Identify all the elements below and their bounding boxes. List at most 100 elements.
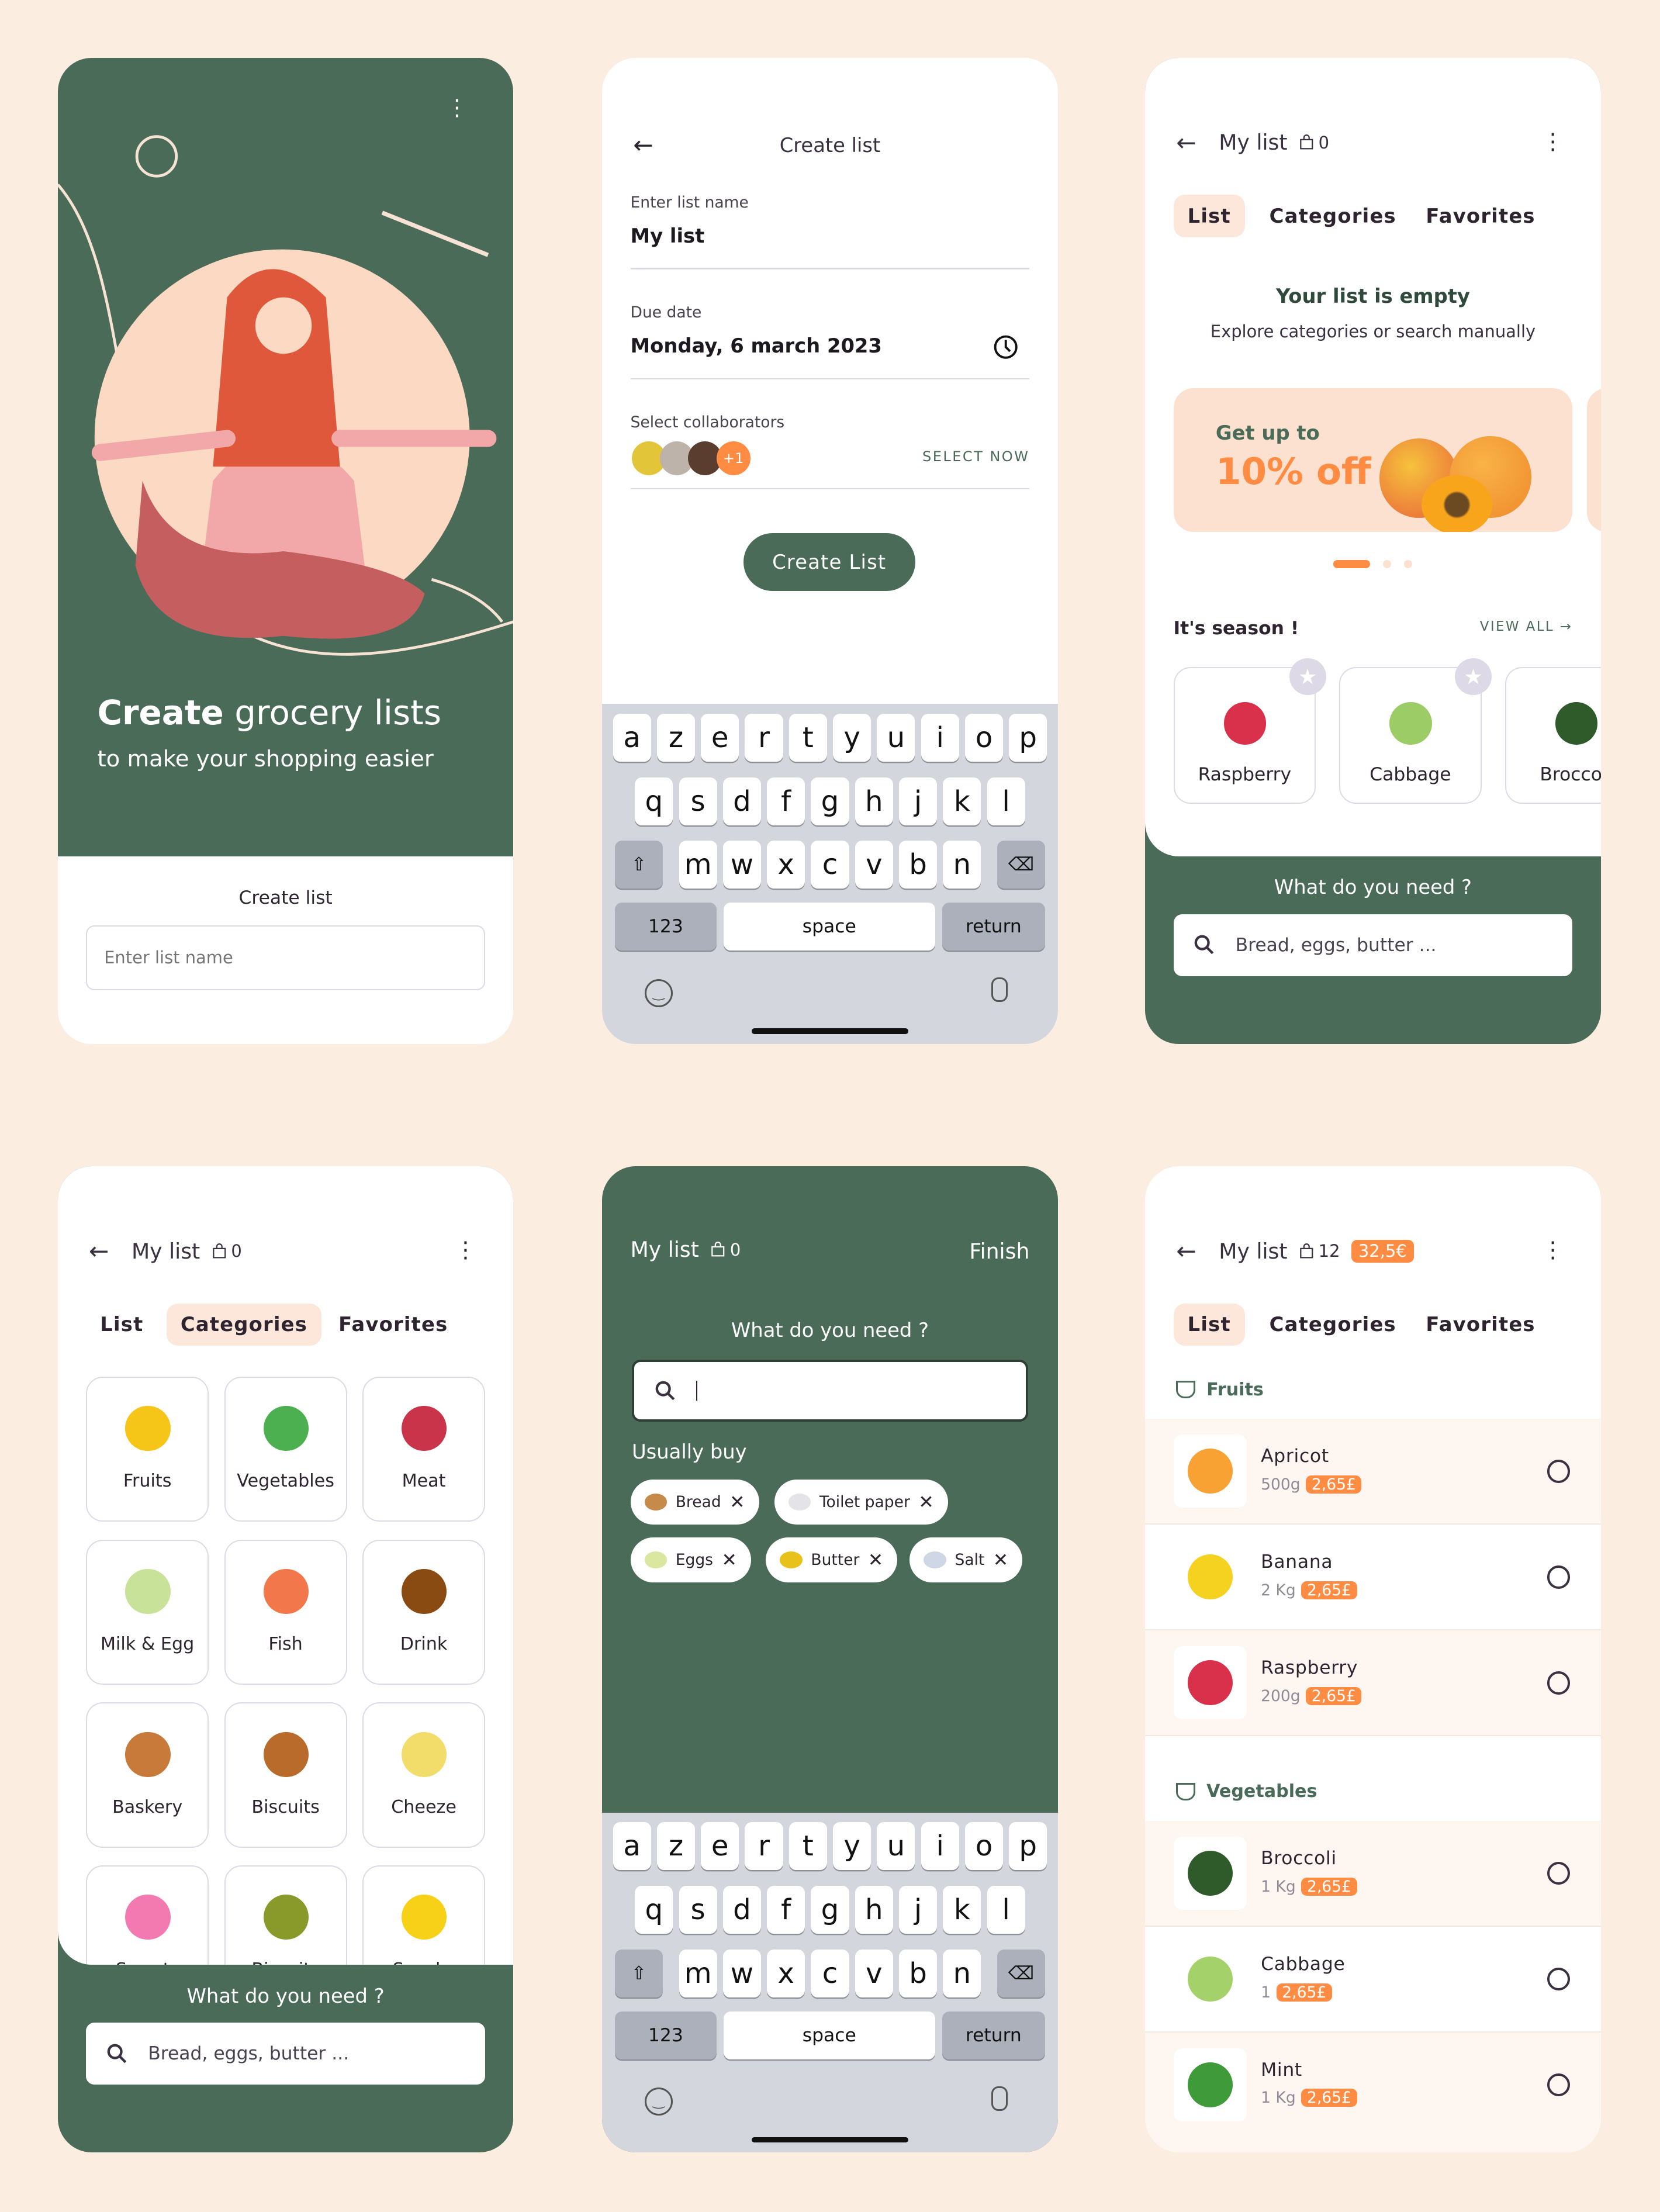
key-e[interactable]: e [701,713,739,762]
more-icon[interactable]: ⋮ [1541,129,1564,155]
key-t[interactable]: t [788,713,827,762]
key-x[interactable]: x [767,1949,805,1997]
backspace-key[interactable]: ⌫ [997,1949,1045,1997]
remove-icon[interactable]: ✕ [721,1550,736,1571]
favorite-star-icon[interactable]: ★ [1289,658,1326,696]
category-card[interactable]: Baskery [86,1702,209,1848]
season-card[interactable]: Raspberry ★ [1173,658,1326,804]
season-card[interactable]: Cabbage ★ [1339,658,1492,804]
key-l[interactable]: l [987,777,1025,825]
key-b[interactable]: b [898,1949,938,1997]
key-w[interactable]: w [722,1949,761,1997]
category-card[interactable]: Meat [362,1376,486,1522]
key-z[interactable]: z [656,1822,696,1871]
promo-banner-next[interactable] [1586,388,1601,532]
remove-icon[interactable]: ✕ [993,1550,1008,1571]
key-k[interactable]: k [943,1886,981,1934]
key-p[interactable]: p [1009,713,1047,762]
search-input[interactable]: Bread, eggs, butter ... [1173,914,1573,976]
remove-icon[interactable]: ✕ [918,1492,933,1513]
category-card[interactable]: Fruits [86,1376,209,1522]
collaborator-avatars[interactable]: +1 [631,441,787,476]
return-key[interactable]: return [942,903,1045,951]
category-card[interactable]: Drink [362,1539,486,1685]
key-d[interactable]: d [722,777,761,825]
tab-categories[interactable]: Categories [1255,1304,1410,1346]
usually-buy-chip[interactable]: Butter ✕ [766,1537,898,1583]
checkbox[interactable] [1547,1565,1571,1589]
checkbox[interactable] [1547,1862,1571,1885]
key-u[interactable]: u [877,713,915,762]
list-item[interactable]: Apricot 500g 2,65£ [1145,1419,1601,1525]
tab-favorites[interactable]: Favorites [1412,1304,1550,1346]
remove-icon[interactable]: ✕ [868,1550,883,1571]
key-q[interactable]: q [635,777,673,825]
carousel-dot[interactable] [1404,559,1413,569]
tab-favorites[interactable]: Favorites [324,1304,462,1346]
key-c[interactable]: c [811,841,849,889]
key-k[interactable]: k [943,777,981,825]
category-card[interactable]: Cheeze [362,1702,486,1848]
name-field[interactable]: My list [631,224,705,247]
usually-buy-chip[interactable]: Toilet paper ✕ [774,1480,948,1525]
microphone-icon[interactable] [991,2086,1008,2111]
key-n[interactable]: n [943,1949,981,1997]
backspace-key[interactable]: ⌫ [997,841,1045,889]
space-key[interactable]: space [723,903,935,951]
create-list-button[interactable]: Create List [743,533,915,591]
tab-list[interactable]: List [1173,194,1245,237]
select-now-link[interactable]: SELECT NOW [922,448,1029,465]
season-card[interactable]: Broccoli [1505,667,1601,804]
key-x[interactable]: x [767,841,805,889]
checkbox[interactable] [1547,1671,1571,1695]
key-u[interactable]: u [877,1822,915,1871]
key-i[interactable]: i [921,713,959,762]
promo-banner[interactable]: Get up to 10% off [1173,388,1573,532]
key-a[interactable]: a [613,1822,651,1871]
key-i[interactable]: i [921,1822,959,1871]
key-p[interactable]: p [1009,1822,1047,1871]
category-card[interactable]: Fish [224,1539,347,1685]
search-input[interactable]: Bread, eggs, butter ... [86,2023,486,2085]
key-a[interactable]: a [613,713,651,762]
category-card[interactable]: Sweets [86,1865,209,1965]
key-v[interactable]: v [855,841,893,889]
carousel-dot[interactable] [1333,559,1371,569]
key-h[interactable]: h [855,1886,893,1934]
key-o[interactable]: o [964,713,1004,762]
search-input[interactable] [631,1360,1028,1422]
list-item[interactable]: Cabbage 1 2,65£ [1145,1927,1601,2033]
microphone-icon[interactable] [991,977,1008,1003]
key-f[interactable]: f [767,1886,805,1934]
usually-buy-chip[interactable]: Eggs ✕ [630,1537,751,1583]
remove-icon[interactable]: ✕ [729,1492,745,1513]
category-card[interactable]: Biscuits [224,1702,347,1848]
view-all-link[interactable]: VIEW ALL → [1480,619,1573,634]
usually-buy-chip[interactable]: Bread ✕ [630,1480,759,1525]
key-g[interactable]: g [811,777,849,825]
key-t[interactable]: t [788,1822,827,1871]
category-card[interactable]: Milk & Egg [86,1539,209,1685]
category-card[interactable]: Vegetables [224,1376,347,1522]
tab-categories[interactable]: Categories [166,1303,322,1346]
key-c[interactable]: c [811,1949,849,1997]
key-v[interactable]: v [855,1949,893,1997]
key-r[interactable]: r [745,1822,783,1871]
list-item[interactable]: Banana 2 Kg 2,65£ [1145,1525,1601,1630]
key-o[interactable]: o [964,1822,1004,1871]
back-arrow-icon[interactable]: ← [1176,1237,1196,1265]
key-w[interactable]: w [722,841,761,889]
emoji-icon[interactable]: ‿ [644,2087,673,2116]
back-arrow-icon[interactable]: ← [1176,129,1196,157]
checkbox[interactable] [1547,1967,1571,1991]
tab-list[interactable]: List [86,1304,157,1346]
key-q[interactable]: q [635,1886,673,1934]
key-b[interactable]: b [898,841,938,889]
clock-icon[interactable] [993,334,1018,360]
more-icon[interactable]: ⋮ [454,1237,477,1263]
numbers-key[interactable]: 123 [615,903,717,951]
key-z[interactable]: z [656,713,696,762]
checkbox[interactable] [1547,1460,1571,1483]
category-card[interactable]: Biscuits [224,1865,347,1965]
key-n[interactable]: n [943,841,981,889]
